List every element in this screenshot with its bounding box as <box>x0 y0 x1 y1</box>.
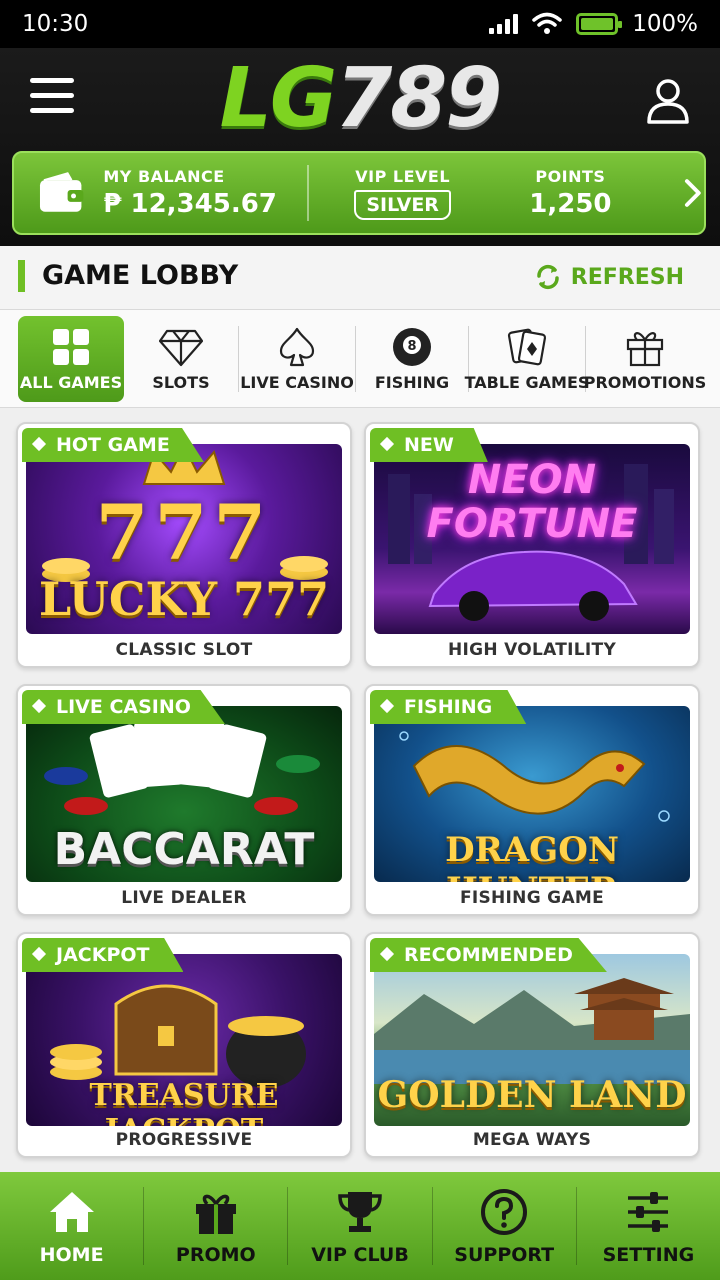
cards-icon <box>507 328 547 366</box>
points-value: 1,250 <box>529 189 612 219</box>
game-card-golden-land[interactable]: GOLDEN LAND RECOMMENDED MEGA WAYS <box>364 932 700 1158</box>
balance-value: ₱ 12,345.67 <box>103 189 277 219</box>
question-icon <box>481 1189 528 1235</box>
game-thumbnail: GOLDEN LAND <box>374 954 690 1126</box>
spade-icon <box>279 327 315 367</box>
game-card-lucky-777[interactable]: 777 LUCKY 777 HOT GAME CLASSIC SLOT <box>16 422 352 668</box>
grid-icon <box>53 329 89 365</box>
svg-text:8: 8 <box>407 339 416 354</box>
tab-promotions[interactable]: PROMOTIONS <box>584 316 706 402</box>
game-tag: HOT GAME <box>22 428 204 462</box>
game-card-neon-fortune[interactable]: NEON FORTUNE NEW HIGH VOLATILITY <box>364 422 700 668</box>
battery-percent: 100% <box>632 11 698 37</box>
game-card-treasure-jackpot[interactable]: TREASURE JACKPOT JACKPOT PROGRESSIVE <box>16 932 352 1158</box>
lobby-header: GAME LOBBY REFRESH <box>0 246 720 310</box>
game-card-dragon-hunter[interactable]: DRAGON HUNTER FISHING FISHING GAME <box>364 684 700 916</box>
signal-icon <box>489 14 519 34</box>
game-subtitle: LIVE DEALER <box>121 888 247 908</box>
game-thumbnail: NEON FORTUNE <box>374 444 690 634</box>
game-title: LUCKY 777 <box>38 572 330 626</box>
game-subtitle: MEGA WAYS <box>472 1130 592 1150</box>
gift-icon <box>626 332 664 367</box>
nav-promo[interactable]: PROMO <box>144 1172 287 1280</box>
game-title: BACCARAT <box>53 824 315 875</box>
game-title: DRAGON HUNTER <box>445 830 619 882</box>
nav-home[interactable]: HOME <box>0 1172 143 1280</box>
eight-ball-icon: 8 <box>393 328 431 366</box>
tab-live-casino[interactable]: LIVE CASINO <box>239 316 355 402</box>
diamond-icon <box>159 329 203 367</box>
vip-label: VIP LEVEL <box>355 166 451 186</box>
points-label: POINTS <box>535 167 606 186</box>
slot-reels-art: 777 <box>95 488 273 577</box>
game-thumbnail: DRAGON HUNTER <box>374 706 690 882</box>
sliders-icon <box>628 1192 669 1232</box>
nav-setting[interactable]: SETTING <box>577 1172 720 1280</box>
chevron-right-icon[interactable] <box>682 178 704 208</box>
game-title: TREASURE JACKPOT <box>89 1078 279 1126</box>
app-logo: LG789 <box>219 51 503 146</box>
balance-label: MY BALANCE <box>103 167 225 186</box>
bottom-nav: HOME PROMO VIP CLUB SUPPORT SETTING <box>0 1172 720 1280</box>
refresh-icon <box>537 264 559 290</box>
game-thumbnail: TREASURE JACKPOT <box>26 954 342 1126</box>
category-tabs: ALL GAMES SLOTS LIVE CASINO 8 FISHING TA… <box>0 310 720 408</box>
refresh-button[interactable]: REFRESH <box>535 264 684 290</box>
user-icon[interactable] <box>646 78 690 124</box>
nav-support[interactable]: SUPPORT <box>433 1172 576 1280</box>
tab-fishing[interactable]: 8 FISHING <box>356 316 468 402</box>
wallet-icon <box>39 172 84 212</box>
game-tag: JACKPOT <box>22 938 184 972</box>
game-tag: FISHING <box>370 690 527 724</box>
tab-slots[interactable]: SLOTS <box>124 316 238 402</box>
game-title: NEON FORTUNE <box>426 457 638 547</box>
home-icon <box>49 1192 94 1232</box>
nav-vip-club[interactable]: VIP CLUB <box>288 1172 431 1280</box>
tab-table-games[interactable]: TABLE GAMES <box>465 316 589 402</box>
game-tag: LIVE CASINO <box>22 690 225 724</box>
gift-icon <box>195 1194 236 1234</box>
game-thumbnail: BACCARAT <box>26 706 342 882</box>
game-tag: NEW <box>370 428 488 462</box>
game-subtitle: CLASSIC SLOT <box>115 640 253 660</box>
vip-badge: SILVER <box>354 189 451 220</box>
app-header: LG789 MY BALANCE ₱ 12,345.67 VIP LEVEL S… <box>0 48 720 246</box>
game-card-baccarat[interactable]: BACCARAT LIVE CASINO LIVE DEALER <box>16 684 352 916</box>
battery-icon <box>576 13 623 35</box>
status-bar: 10:30 100% <box>0 0 720 48</box>
page-title: GAME LOBBY <box>42 260 239 291</box>
trophy-icon <box>338 1192 382 1232</box>
balance-card[interactable]: MY BALANCE ₱ 12,345.67 VIP LEVEL SILVER … <box>12 151 706 235</box>
game-subtitle: PROGRESSIVE <box>115 1130 253 1150</box>
section-accent-bar <box>18 260 25 292</box>
game-thumbnail: 777 LUCKY 777 <box>26 444 342 634</box>
status-time: 10:30 <box>22 11 89 37</box>
wifi-icon <box>532 12 562 34</box>
game-title: GOLDEN LAND <box>377 1074 687 1116</box>
game-tag: RECOMMENDED <box>370 938 607 972</box>
game-subtitle: FISHING GAME <box>459 888 605 908</box>
tab-all-games[interactable]: ALL GAMES <box>18 315 124 402</box>
game-subtitle: HIGH VOLATILITY <box>447 640 617 660</box>
